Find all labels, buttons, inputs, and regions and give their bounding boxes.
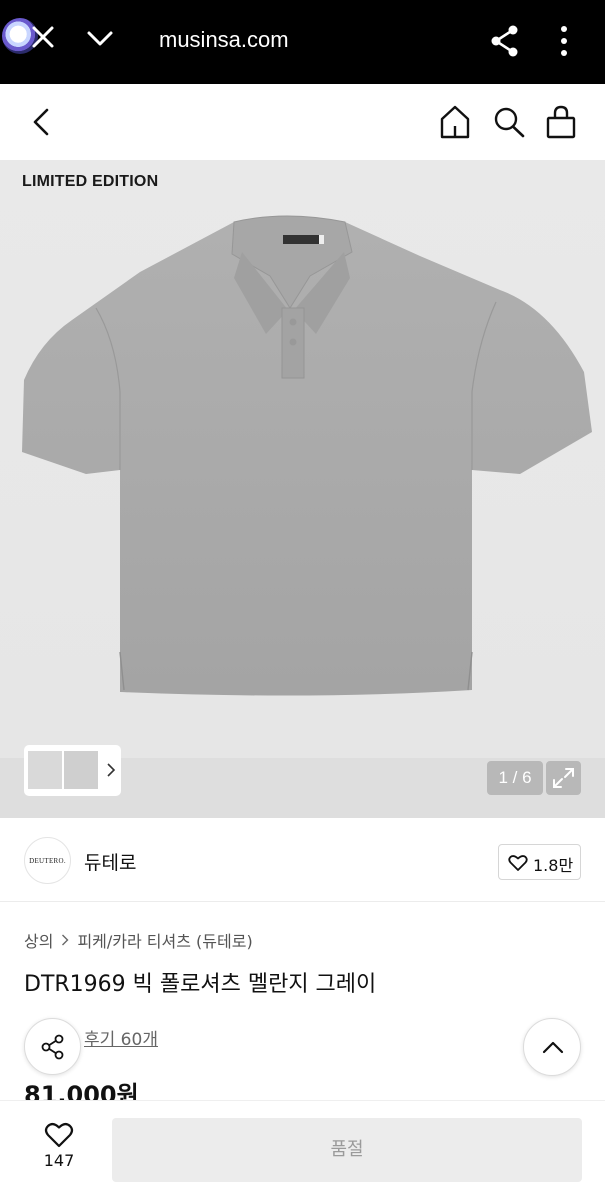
breadcrumb-category[interactable]: 상의 <box>24 928 53 952</box>
app-header <box>0 84 605 160</box>
close-icon[interactable] <box>30 24 56 50</box>
share-icon <box>41 1034 64 1060</box>
expand-icon <box>553 768 574 788</box>
sold-out-button[interactable]: 품절 <box>112 1118 582 1182</box>
back-icon[interactable] <box>28 106 54 138</box>
breadcrumb: 상의 피케/카라 티셔츠 (듀테로) <box>24 928 253 952</box>
chevron-down-icon[interactable] <box>86 26 114 52</box>
brand-like-button[interactable]: 1.8만 <box>498 844 581 880</box>
product-title: DTR1969 빅 폴로셔츠 멜란지 그레이 <box>24 972 377 997</box>
brand-row[interactable]: DEUTERO. 듀테로 1.8만 <box>0 818 605 902</box>
wishlist-count: 147 <box>43 1151 75 1170</box>
product-image-carousel[interactable]: LIMITED EDITION 1 / 6 <box>0 160 605 818</box>
chevron-right-icon[interactable] <box>106 763 116 777</box>
thumbnail-2[interactable] <box>64 751 98 789</box>
bag-icon[interactable] <box>544 104 578 140</box>
brand-like-count: 1.8만 <box>533 856 574 875</box>
image-counter: 1 / 6 <box>487 761 543 795</box>
browser-top-bar: musinsa.com <box>0 0 605 84</box>
home-icon[interactable] <box>438 104 472 140</box>
polo-shirt-image <box>22 215 592 696</box>
wishlist-button[interactable]: 147 <box>28 1115 90 1181</box>
url-text[interactable]: musinsa.com <box>159 27 289 53</box>
search-icon[interactable] <box>492 104 526 140</box>
heart-icon <box>44 1123 74 1148</box>
expand-button[interactable] <box>546 761 581 795</box>
more-icon[interactable] <box>556 24 572 58</box>
thumbnail-1[interactable] <box>28 751 62 789</box>
brand-logo[interactable]: DEUTERO. <box>24 837 71 884</box>
thumbnail-strip[interactable] <box>24 745 121 796</box>
floating-share-button[interactable] <box>24 1018 81 1075</box>
chevron-right-icon <box>62 934 69 946</box>
share-icon[interactable] <box>490 24 520 58</box>
heart-icon <box>508 855 528 871</box>
limited-edition-badge: LIMITED EDITION <box>22 173 159 190</box>
brand-name[interactable]: 듀테로 <box>84 848 136 875</box>
bottom-action-bar: 147 품절 <box>0 1100 605 1200</box>
reviews-link[interactable]: 후기 60개 <box>84 1025 158 1050</box>
scroll-top-button[interactable] <box>523 1018 581 1076</box>
arrow-up-icon <box>542 1041 564 1054</box>
breadcrumb-subcategory[interactable]: 피케/카라 티셔츠 (듀테로) <box>77 928 252 952</box>
